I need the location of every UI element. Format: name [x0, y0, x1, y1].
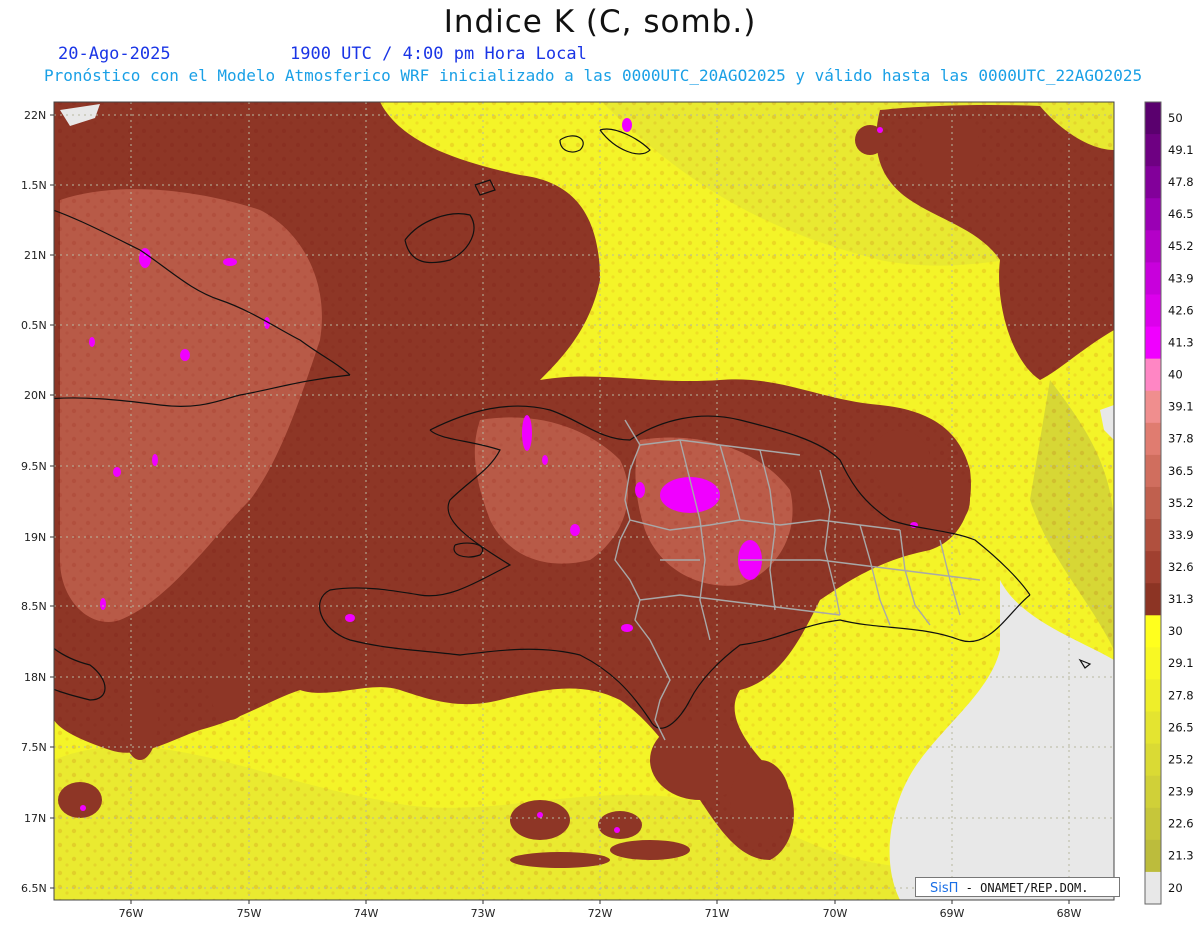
colorbar-label: 50: [1168, 111, 1183, 125]
colorbar-swatch: [1145, 486, 1161, 520]
colorbar-label: 49.1: [1168, 143, 1194, 157]
lon-label: 68W: [1057, 907, 1082, 920]
credit-box: SisΠ - ONAMET/REP.DOM.: [915, 877, 1120, 897]
lat-label: 17N: [24, 812, 46, 825]
sispi-logo: SisΠ: [930, 881, 959, 896]
colorbar-swatch: [1145, 102, 1161, 135]
colorbar-label: 43.9: [1168, 271, 1194, 285]
lon-label: 69W: [940, 907, 965, 920]
lat-label: 7.5N: [21, 741, 47, 754]
lat-label: 20N: [24, 389, 46, 402]
colorbar-label: 39.1: [1168, 400, 1194, 414]
latitude-labels: 22N 1.5N 21N 0.5N 20N 9.5N 19N 8.5N 18N …: [21, 109, 47, 895]
colorbar-label: 47.8: [1168, 175, 1194, 189]
colorbar-label: 46.5: [1168, 207, 1194, 221]
lat-label: 6.5N: [21, 882, 47, 895]
colorbar-swatch: [1145, 326, 1161, 360]
colorbar-label: 22.6: [1168, 817, 1194, 831]
colorbar-swatch: [1145, 358, 1161, 392]
colorbar-label: 40: [1168, 368, 1183, 382]
colorbar-swatch: [1145, 262, 1161, 295]
colorbar-swatch: [1145, 615, 1161, 648]
lon-label: 71W: [705, 907, 730, 920]
lon-label: 74W: [354, 907, 379, 920]
lat-label: 22N: [24, 109, 46, 122]
colorbar-swatch: [1145, 166, 1161, 199]
colorbar-label: 30: [1168, 624, 1183, 638]
colorbar-label: 33.9: [1168, 528, 1194, 542]
colorbar-swatch: [1145, 711, 1161, 745]
colorbar-swatch: [1145, 519, 1161, 552]
colorbar-label: 35.2: [1168, 496, 1194, 510]
colorbar-swatch: [1145, 134, 1161, 167]
colorbar-swatch: [1145, 807, 1161, 841]
lat-label: 1.5N: [21, 179, 47, 192]
colorbar-swatch: [1145, 839, 1161, 873]
colorbar-label: 26.5: [1168, 720, 1194, 734]
plot-area: [54, 102, 1114, 900]
credit-text: - ONAMET/REP.DOM.: [965, 881, 1089, 895]
lat-label: 19N: [24, 531, 46, 544]
colorbar-swatch: [1145, 679, 1161, 713]
lat-label: 8.5N: [21, 600, 47, 613]
longitude-labels: 76W 75W 74W 73W 72W 71W 70W 69W 68W: [119, 907, 1082, 920]
lon-label: 72W: [588, 907, 613, 920]
colorbar: 50 49.1 47.8 46.5 45.2 43.9 42.6 41.3 40 39.1 37.8…: [1144, 101, 1194, 905]
lon-label: 73W: [471, 907, 496, 920]
lon-label: 76W: [119, 907, 144, 920]
colorbar-label: 20: [1168, 881, 1183, 895]
colorbar-label: 36.5: [1168, 464, 1194, 478]
colorbar-label: 25.2: [1168, 752, 1194, 766]
colorbar-swatch: [1145, 230, 1161, 263]
colorbar-swatch: [1145, 294, 1161, 328]
colorbar-swatch: [1145, 198, 1161, 231]
colorbar-label: 31.3: [1168, 592, 1194, 606]
colorbar-swatch: [1145, 583, 1161, 616]
k-index-map: 22N 1.5N 21N 0.5N 20N 9.5N 19N 8.5N 18N …: [21, 101, 1194, 920]
colorbar-label: 27.8: [1168, 688, 1194, 702]
colorbar-swatch: [1145, 647, 1161, 680]
colorbar-label: 21.3: [1168, 849, 1194, 863]
lat-label: 9.5N: [21, 460, 47, 473]
lat-label: 18N: [24, 671, 46, 684]
colorbar-label: 29.1: [1168, 656, 1194, 670]
colorbar-swatch: [1145, 551, 1161, 584]
colorbar-swatch: [1145, 390, 1161, 424]
colorbar-swatch: [1145, 775, 1161, 809]
colorbar-label: 37.8: [1168, 432, 1194, 446]
lon-label: 70W: [823, 907, 848, 920]
colorbar-swatch: [1145, 743, 1161, 777]
lat-label: 21N: [24, 249, 46, 262]
colorbar-swatch: [1145, 871, 1161, 905]
colorbar-label: 42.6: [1168, 303, 1194, 317]
colorbar-swatch: [1145, 454, 1161, 488]
colorbar-swatch: [1145, 422, 1161, 456]
colorbar-label: 45.2: [1168, 239, 1194, 253]
colorbar-label: 32.6: [1168, 560, 1194, 574]
lat-label: 0.5N: [21, 319, 47, 332]
colorbar-label: 41.3: [1168, 335, 1194, 349]
lon-label: 75W: [237, 907, 262, 920]
colorbar-label: 23.9: [1168, 785, 1194, 799]
